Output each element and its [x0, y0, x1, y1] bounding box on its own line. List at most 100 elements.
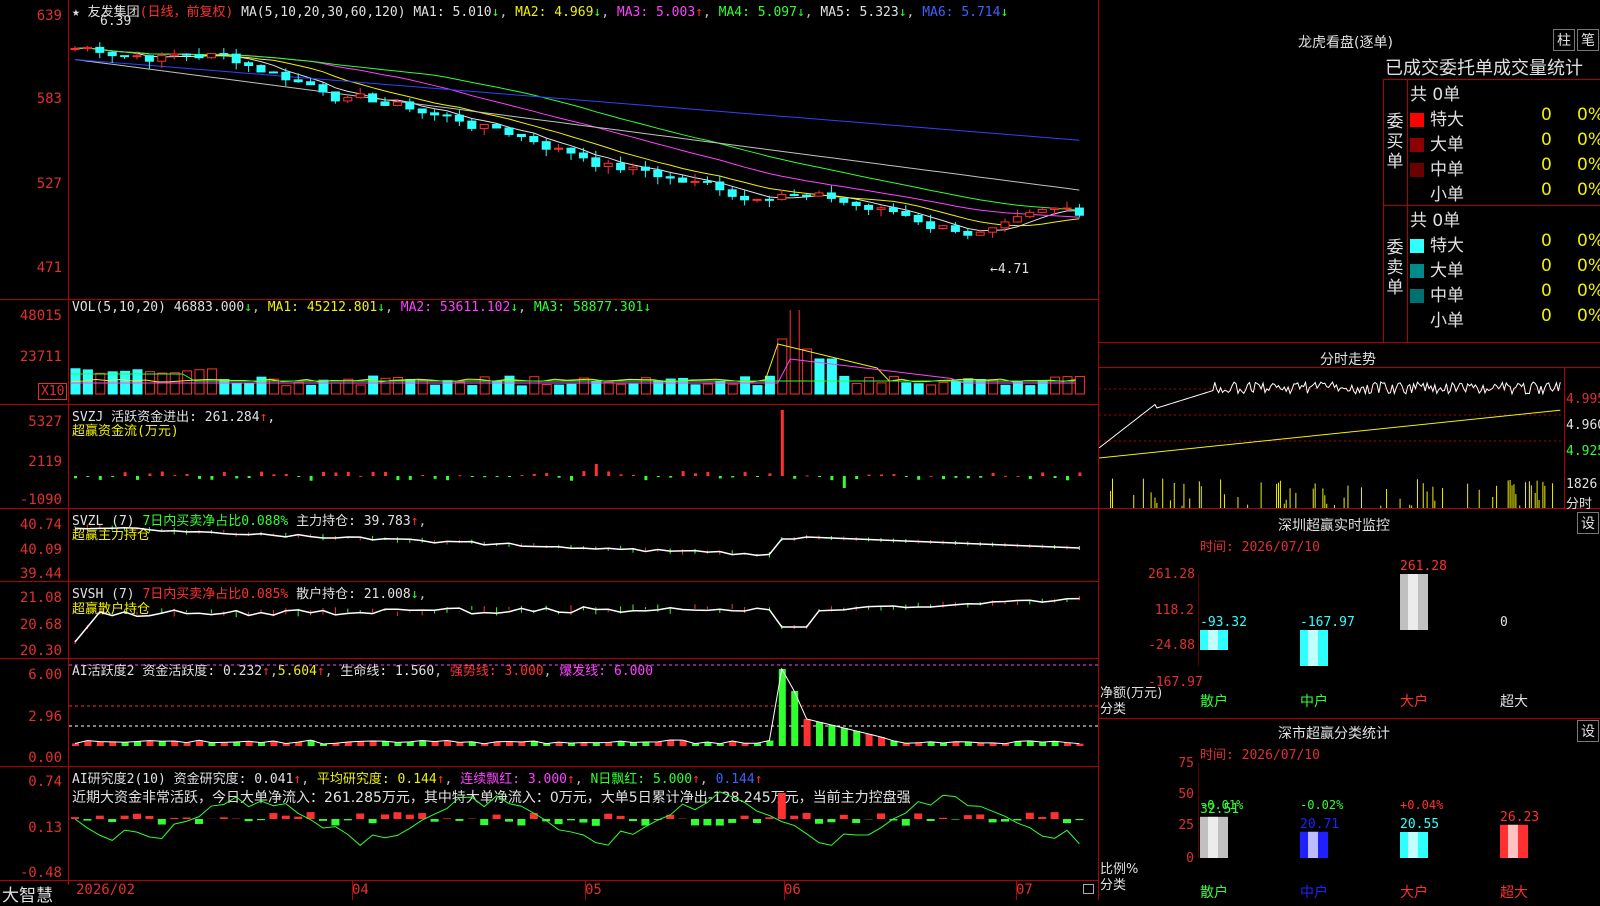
- research-bar: [121, 816, 129, 819]
- flow-bar: [570, 476, 573, 481]
- candle-body: [530, 137, 538, 142]
- order-type-label: 中单: [1430, 286, 1464, 306]
- active-bar: [456, 742, 463, 746]
- research-bar: [505, 819, 513, 822]
- flow-bar: [942, 476, 945, 479]
- candle-body: [666, 177, 674, 178]
- flow-bar: [682, 471, 685, 476]
- color-swatch: [1410, 239, 1424, 253]
- flow-bar: [843, 476, 846, 488]
- svsh-chart[interactable]: [69, 582, 1098, 658]
- order-count: 0: [1541, 256, 1552, 276]
- ai-active-chart[interactable]: [69, 659, 1098, 766]
- monitor-bar-chart[interactable]: -93.32散户-167.97中户261.28大户0超大: [1198, 560, 1598, 720]
- bar-highlight: [1508, 825, 1518, 858]
- research-bar: [71, 817, 79, 819]
- research-bar: [195, 819, 203, 824]
- candle-body: [480, 124, 488, 128]
- flow-bar: [520, 475, 523, 476]
- flow-bar: [1016, 476, 1019, 477]
- order-count: 0: [1541, 306, 1552, 326]
- volume-bar: [220, 380, 229, 394]
- research-bar: [567, 819, 575, 820]
- brand-logo[interactable]: 大智慧: [2, 881, 53, 906]
- flow-bar: [607, 471, 610, 476]
- research-bar: [1026, 813, 1034, 819]
- candle-body: [604, 163, 612, 166]
- volume-bar: [96, 373, 105, 394]
- volume-bar: [468, 386, 477, 394]
- flow-bar: [483, 476, 486, 477]
- active-bar: [233, 742, 240, 746]
- color-swatch: [1410, 113, 1424, 127]
- bar-change-label: +0.04%: [1400, 798, 1444, 812]
- candlestick-chart[interactable]: [69, 18, 1098, 299]
- candle-body: [282, 72, 290, 79]
- lock-icon[interactable]: [1083, 884, 1094, 894]
- bar-highlight: [1208, 817, 1218, 858]
- research-bar: [964, 815, 972, 819]
- active-bar: [518, 742, 525, 746]
- research-bar: [418, 813, 426, 819]
- price-tick: 527: [0, 176, 62, 192]
- monitor-settings-button[interactable]: 设: [1577, 512, 1599, 534]
- volume-chart[interactable]: [69, 310, 1098, 404]
- flow-bar: [334, 472, 337, 476]
- research-bar: [852, 819, 860, 823]
- candle-body: [257, 66, 265, 72]
- color-swatch: [1410, 314, 1424, 328]
- axis-tick: 25: [1148, 818, 1194, 833]
- flow-bar: [719, 476, 722, 478]
- active-bar: [804, 719, 811, 746]
- intraday-chart[interactable]: [1099, 368, 1564, 508]
- candle-body: [307, 82, 315, 85]
- research-bar: [592, 819, 600, 826]
- active-bar: [593, 743, 600, 746]
- flow-bar: [979, 476, 982, 478]
- low-note: ←4.71: [990, 262, 1029, 277]
- active-bar: [853, 731, 860, 746]
- bar-value-label: 20.55: [1400, 817, 1439, 832]
- price-tick: 471: [0, 260, 62, 276]
- candle-body: [1001, 222, 1009, 228]
- svzj-chart[interactable]: [69, 405, 1098, 508]
- stats-bar-chart[interactable]: 32.51-0.01%散户20.71-0.02%中户20.55+0.04%大户2…: [1198, 760, 1598, 900]
- research-bar: [703, 819, 711, 825]
- candle-body: [195, 55, 203, 58]
- candle-body: [592, 158, 600, 167]
- category-label: 散户: [1200, 693, 1228, 710]
- flow-bar: [396, 476, 399, 480]
- flow-bar: [198, 476, 201, 479]
- flow-bar: [595, 464, 598, 476]
- volume-bar: [703, 384, 712, 394]
- color-swatch: [1410, 289, 1424, 303]
- active-bar: [828, 725, 835, 746]
- ai-research-chart[interactable]: [69, 767, 1098, 880]
- vol-unit: X10: [38, 383, 67, 400]
- flow-bar: [1054, 476, 1057, 478]
- order-stats-tabs[interactable]: 已成交委托单成交量统计: [1385, 54, 1583, 80]
- active-bar: [432, 742, 439, 746]
- flow-bar: [967, 476, 970, 478]
- research-bar: [1051, 812, 1059, 819]
- svzl-chart[interactable]: [69, 509, 1098, 581]
- flow-bar: [694, 473, 697, 476]
- flow-bar: [384, 472, 387, 476]
- research-bar: [356, 813, 364, 819]
- candle-body: [183, 54, 191, 55]
- tick-view-button[interactable]: 笔: [1577, 29, 1599, 51]
- order-count: 0: [1541, 155, 1552, 175]
- active-bar: [841, 728, 848, 746]
- flow-bar: [657, 476, 660, 477]
- order-type-label: 中单: [1430, 160, 1464, 180]
- volume-bar: [530, 377, 539, 394]
- bar-value-label: 20.71: [1300, 817, 1339, 832]
- research-bar: [455, 819, 463, 821]
- category-label: 大户: [1400, 884, 1428, 900]
- active-bar: [816, 722, 823, 746]
- bar-view-button[interactable]: 柱: [1553, 29, 1575, 51]
- stats-settings-button[interactable]: 设: [1577, 720, 1599, 742]
- category-label: 超大: [1500, 694, 1528, 710]
- candle-body: [121, 56, 129, 57]
- volume-bar: [1026, 386, 1035, 394]
